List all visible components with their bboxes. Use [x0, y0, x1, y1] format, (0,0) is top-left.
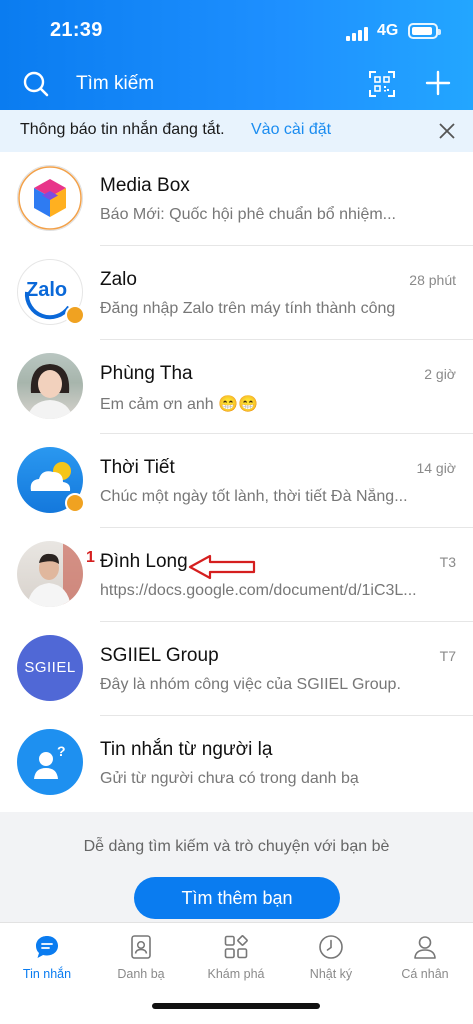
tab-label: Cá nhân: [401, 967, 449, 981]
conversation-preview: Báo Mới: Quốc hội phê chuẩn bổ nhiệm...: [100, 206, 396, 223]
search-icon[interactable]: [22, 70, 50, 98]
user-avatar: [17, 541, 83, 607]
tab-label: Danh bạ: [117, 967, 165, 981]
contacts-icon: [131, 935, 151, 959]
verified-badge-icon: [65, 305, 85, 325]
close-icon[interactable]: [436, 120, 458, 142]
app-header: 21:39 4G Tìm kiếm: [0, 0, 473, 110]
conversation-preview: Đăng nhập Zalo trên máy tính thành công: [100, 300, 396, 317]
conversation-name: Zalo: [100, 269, 137, 290]
notification-banner-text: Thông báo tin nhắn đang tắt.: [20, 121, 225, 138]
plus-icon[interactable]: [424, 69, 452, 97]
conversation-item[interactable]: Thời Tiết 14 giờ Chúc một ngày tốt lành,…: [0, 434, 473, 528]
conversation-preview: Gửi từ người chưa có trong danh bạ: [100, 770, 359, 787]
conversation-name: SGIIEL Group: [100, 645, 219, 666]
user-photo: [27, 364, 73, 419]
media-box-logo-icon: [18, 166, 82, 230]
conversation-item[interactable]: ? Tin nhắn từ người lạ Gửi từ người chưa…: [0, 716, 473, 810]
tab-label: Tin nhắn: [22, 967, 72, 981]
conversation-item[interactable]: Phùng Tha 2 giờ Em cảm ơn anh 😁😁: [0, 340, 473, 434]
annotation-arrow-icon: [188, 554, 256, 580]
clock-icon: [319, 935, 343, 959]
messages-screen: 21:39 4G Tìm kiếm Thông báo tin nhắn đan…: [0, 0, 473, 1024]
tab-explore[interactable]: Khám phá: [189, 923, 283, 993]
chat-icon: [36, 936, 58, 958]
conversation-name: Media Box: [100, 175, 190, 196]
tab-timeline[interactable]: Nhật ký: [284, 923, 378, 993]
group-avatar: SGIIEL: [17, 635, 83, 701]
person-icon: [414, 936, 436, 959]
find-friends-text: Dễ dàng tìm kiếm và trò chuyện với bạn b…: [83, 838, 390, 855]
status-bar: 21:39 4G: [0, 0, 473, 62]
weather-avatar: [17, 447, 85, 513]
conversation-time: 28 phút: [409, 272, 456, 288]
explore-grid-icon: [224, 935, 248, 959]
search-bar[interactable]: Tìm kiếm: [0, 62, 473, 110]
group-avatar-text: SGIIEL: [24, 659, 76, 676]
tab-label: Khám phá: [207, 967, 265, 981]
tab-profile[interactable]: Cá nhân: [378, 923, 472, 993]
conversation-preview: https://docs.google.com/document/d/1iC3L…: [100, 582, 417, 599]
conversation-preview: Đây là nhóm công việc của SGIIEL Group.: [100, 676, 401, 693]
conversation-preview: Em cảm ơn anh 😁😁: [100, 396, 258, 413]
zalo-avatar-text: Zalo: [26, 279, 68, 301]
qr-scan-icon[interactable]: [368, 70, 396, 98]
conversation-name: Đình Long: [100, 551, 188, 572]
conversation-name: Phùng Tha: [100, 363, 193, 384]
conversation-preview: Chúc một ngày tốt lành, thời tiết Đà Nẵn…: [100, 488, 408, 505]
battery-icon: [408, 23, 441, 39]
user-avatar: [17, 353, 83, 419]
home-indicator[interactable]: [152, 1003, 320, 1009]
notification-banner: Thông báo tin nhắn đang tắt. Vào cài đặt: [0, 110, 473, 152]
person-question-icon: ?: [34, 743, 66, 779]
conversation-name: Tin nhắn từ người lạ: [100, 739, 273, 760]
signal-icon: [346, 27, 370, 41]
tab-messages[interactable]: Tin nhắn: [0, 923, 94, 993]
conversation-name: Thời Tiết: [100, 457, 175, 478]
conversation-time: 2 giờ: [424, 366, 456, 382]
conversation-item[interactable]: Media Box Báo Mới: Quốc hội phê chuẩn bổ…: [0, 152, 473, 246]
network-type: 4G: [377, 22, 399, 39]
find-more-friends-button[interactable]: Tìm thêm bạn: [134, 877, 340, 919]
conversation-item[interactable]: SGIIEL SGIIEL Group T7 Đây là nhóm công …: [0, 622, 473, 716]
user-photo: [27, 541, 83, 607]
tab-contacts[interactable]: Danh bạ: [94, 923, 188, 993]
find-friends-section: Dễ dàng tìm kiếm và trò chuyện với bạn b…: [0, 812, 473, 922]
tab-label: Nhật ký: [309, 967, 353, 981]
conversation-time: T7: [439, 648, 456, 664]
media-box-avatar: [17, 165, 83, 231]
open-settings-link[interactable]: Vào cài đặt: [251, 121, 331, 139]
zalo-avatar: Zalo: [17, 259, 85, 325]
search-input[interactable]: Tìm kiếm: [76, 73, 154, 95]
annotation-number: 1: [86, 549, 95, 566]
stranger-avatar: ?: [17, 729, 83, 795]
status-time: 21:39: [50, 19, 103, 41]
conversation-item[interactable]: Zalo Zalo 28 phút Đăng nhập Zalo trên má…: [0, 246, 473, 340]
conversation-time: 14 giờ: [416, 460, 456, 476]
svg-text:?: ?: [57, 743, 66, 759]
conversation-time: T3: [439, 554, 456, 570]
verified-badge-icon: [65, 493, 85, 513]
